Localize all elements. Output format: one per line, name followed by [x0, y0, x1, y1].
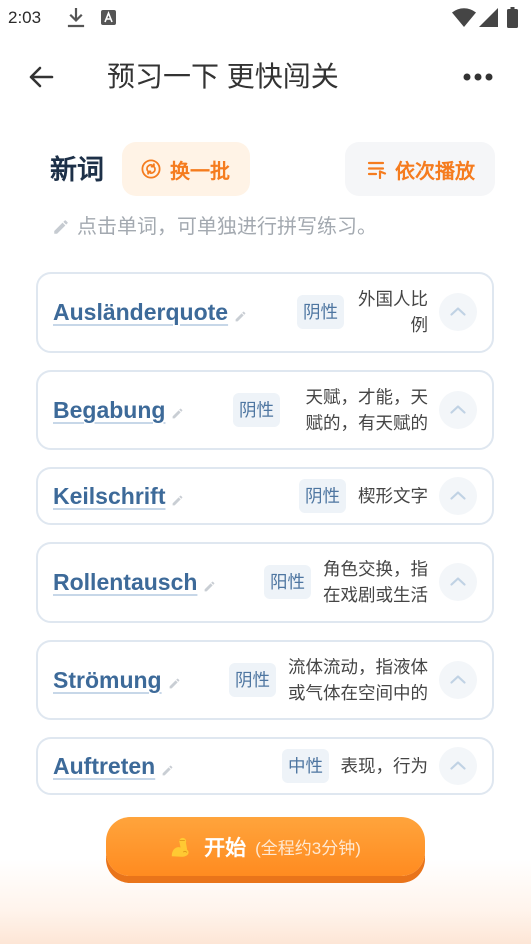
pencil-icon: [52, 218, 70, 236]
start-duration-note: (全程约3分钟): [255, 839, 361, 858]
start-button-label: 开始: [204, 836, 247, 860]
gender-badge: 阴性: [229, 662, 276, 697]
play-all-button[interactable]: 依次播放: [345, 142, 495, 196]
word-meaning: 天赋，才能，天赋的，有天赋的: [305, 386, 429, 433]
chevron-up-icon[interactable]: [439, 390, 477, 429]
word-card[interactable]: Rollentausch 阳性 角色交换，指在戏剧或生活: [36, 542, 494, 623]
page-title: 预习一下 更快闯关: [107, 61, 339, 92]
flexed-biceps-icon: [170, 836, 191, 858]
pencil-icon: [171, 407, 184, 420]
more-horizontal-icon: [463, 73, 493, 81]
chevron-up-icon[interactable]: [439, 747, 477, 785]
shuffle-words-button[interactable]: 换一批: [122, 142, 250, 196]
status-time: 2:03: [8, 8, 42, 27]
word-text[interactable]: Begabung: [53, 395, 165, 425]
word-meaning: 表现，行为: [340, 756, 429, 776]
word-card[interactable]: Strömung 阴性 流体流动，指液体或气体在空间中的: [36, 639, 494, 720]
cellular-signal-icon: [479, 8, 498, 27]
word-meaning: 流体流动，指液体或气体在空间中的: [288, 656, 428, 703]
arrow-left-icon: [28, 64, 54, 90]
gender-badge: 阴性: [299, 479, 346, 513]
hint-text: 点击单词，可单独进行拼写练习。: [77, 216, 377, 238]
pencil-icon: [168, 677, 181, 690]
word-spelling-trigger[interactable]: Auftreten: [53, 751, 174, 781]
chevron-up-icon[interactable]: [439, 563, 477, 602]
gender-badge: 中性: [282, 749, 329, 783]
word-card[interactable]: Begabung 阴性 天赋，才能，天赋的，有天赋的: [36, 369, 494, 450]
more-options-button[interactable]: [456, 62, 500, 92]
chevron-up-icon[interactable]: [439, 660, 477, 699]
word-spelling-trigger[interactable]: Keilschrift: [53, 481, 184, 511]
word-spelling-trigger[interactable]: Ausländerquote: [53, 297, 247, 327]
playlist-play-icon: [367, 159, 388, 179]
word-text[interactable]: Auftreten: [53, 751, 155, 781]
refresh-circle-icon: [141, 159, 161, 179]
pencil-icon: [234, 310, 247, 323]
text-a-icon: [101, 10, 116, 25]
chevron-up-icon[interactable]: [439, 477, 477, 515]
word-meaning: 角色交换，指在戏剧或生活: [323, 559, 428, 606]
word-text[interactable]: Rollentausch: [53, 567, 197, 597]
gender-badge: 阴性: [233, 392, 280, 427]
pencil-icon: [171, 494, 184, 507]
back-button[interactable]: [20, 56, 62, 98]
shuffle-words-label: 换一批: [170, 160, 230, 183]
word-card[interactable]: Auftreten 中性 表现，行为: [36, 737, 494, 795]
word-spelling-trigger[interactable]: Begabung: [53, 395, 184, 425]
pencil-icon: [161, 764, 174, 777]
word-meaning: 外国人比例: [358, 289, 428, 336]
section-title: 新词: [50, 155, 104, 185]
battery-icon: [507, 7, 518, 28]
play-all-label: 依次播放: [395, 160, 475, 183]
download-icon: [67, 8, 85, 28]
start-button[interactable]: 开始 (全程约3分钟): [106, 817, 425, 876]
word-list: Ausländerquote 阴性 外国人比例 Begabung 阴性 天赋，才…: [36, 272, 494, 812]
word-meaning: 楔形文字: [358, 486, 428, 506]
pencil-icon: [203, 580, 216, 593]
word-spelling-trigger[interactable]: Rollentausch: [53, 567, 216, 597]
word-text[interactable]: Strömung: [53, 665, 162, 695]
word-card[interactable]: Keilschrift 阴性 楔形文字: [36, 467, 494, 525]
word-card[interactable]: Ausländerquote 阴性 外国人比例: [36, 272, 494, 353]
word-text[interactable]: Keilschrift: [53, 481, 165, 511]
gender-badge: 阳性: [264, 565, 311, 600]
wifi-icon: [452, 8, 476, 27]
chevron-up-icon[interactable]: [439, 293, 477, 332]
word-spelling-trigger[interactable]: Strömung: [53, 665, 181, 695]
word-text[interactable]: Ausländerquote: [53, 297, 228, 327]
gender-badge: 阴性: [297, 295, 344, 330]
